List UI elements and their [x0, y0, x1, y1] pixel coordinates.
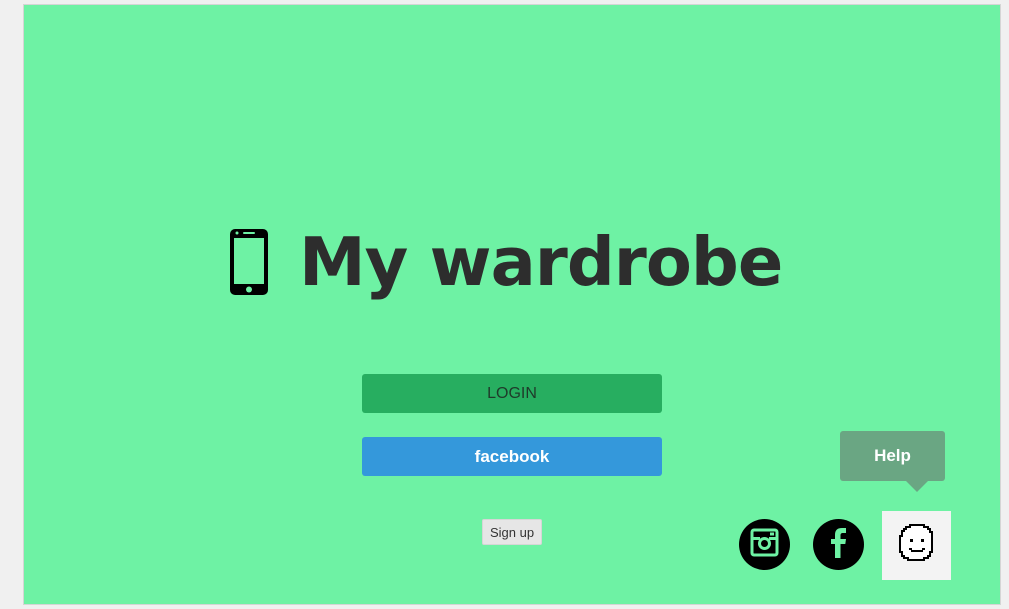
help-avatar-button[interactable]: [882, 511, 951, 580]
instagram-link[interactable]: [739, 519, 790, 570]
app-header: My wardrobe: [229, 217, 783, 307]
help-label: Help: [874, 446, 911, 465]
app-title: My wardrobe: [299, 222, 783, 301]
instagram-icon: [739, 517, 790, 573]
login-button[interactable]: LOGIN: [362, 374, 662, 413]
help-tooltip: Help: [840, 431, 945, 492]
facebook-link[interactable]: [813, 519, 864, 570]
smartphone-icon: [229, 228, 269, 296]
signup-button[interactable]: Sign up: [482, 519, 542, 545]
facebook-login-button[interactable]: facebook: [362, 437, 662, 476]
facebook-icon: [813, 517, 864, 573]
login-page: My wardrobe LOGIN facebook Sign up Help: [23, 4, 1001, 605]
smiley-face-icon: [896, 522, 938, 569]
